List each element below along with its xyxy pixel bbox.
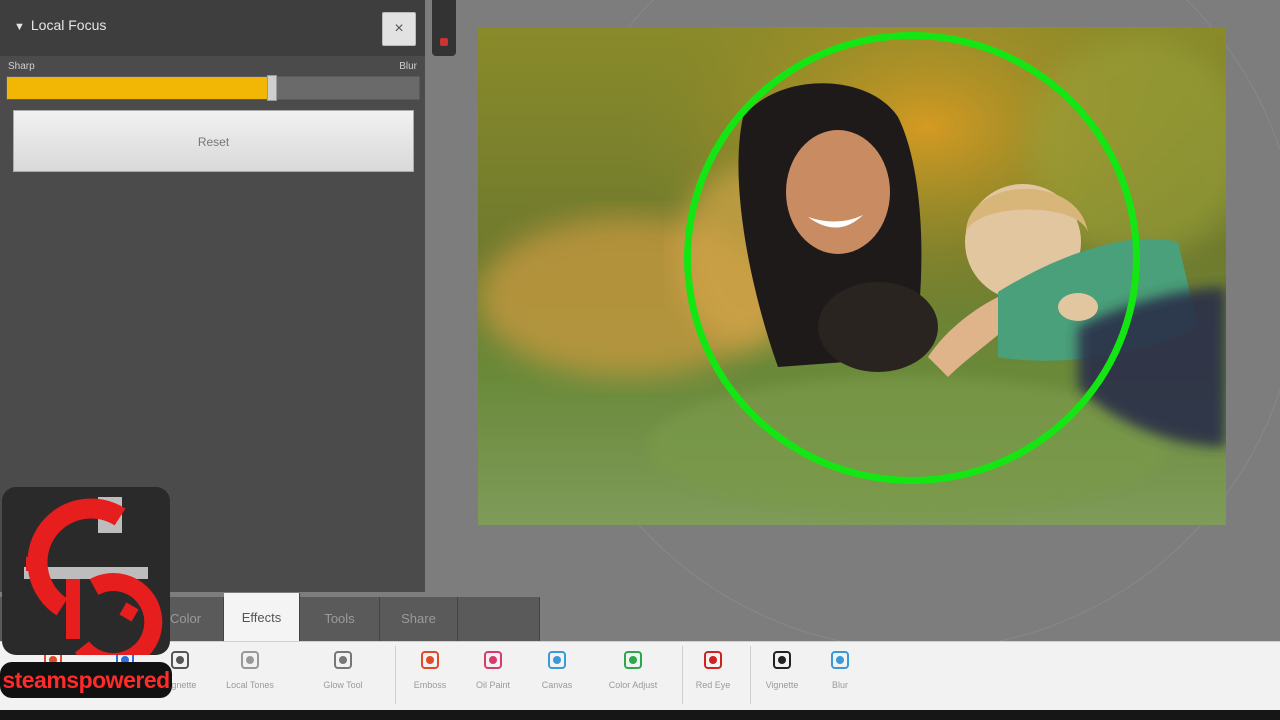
status-dot-icon: [440, 38, 448, 46]
toolbar-separator: [682, 646, 683, 704]
blur-icon: [831, 651, 849, 669]
side-vertical-tab[interactable]: [432, 0, 456, 56]
tool-blur[interactable]: Blur: [805, 648, 875, 690]
tool-label: Red Eye: [695, 680, 731, 690]
toolbar-separator: [395, 646, 396, 704]
tool-red-eye[interactable]: Red Eye: [678, 648, 748, 690]
tool-oil-paint[interactable]: Oil Paint: [458, 648, 528, 690]
blur-slider[interactable]: [6, 75, 420, 101]
oil-paint-icon: [484, 651, 502, 669]
tab-spacer: [458, 597, 540, 641]
vignette-icon: [171, 651, 189, 669]
glow-icon: [334, 651, 352, 669]
tool-label: Color Adjust: [608, 680, 658, 690]
collapse-arrow-icon[interactable]: ▼: [14, 21, 25, 33]
toolbar-separator: [750, 646, 751, 704]
color-adjust-icon: [624, 651, 642, 669]
red-eye-icon: [704, 651, 722, 669]
canvas-icon: [548, 651, 566, 669]
tool-canvas[interactable]: Canvas: [522, 648, 592, 690]
watermark-text: steamspowered: [0, 662, 172, 698]
tool-label: Emboss: [413, 680, 447, 690]
panel-title-text: Local Focus: [30, 17, 107, 33]
tab-share[interactable]: Share: [380, 597, 458, 641]
close-panel-button[interactable]: ×: [382, 12, 416, 46]
tool-tones[interactable]: Local Tones: [215, 648, 285, 690]
tool-label: Canvas: [541, 680, 573, 690]
tab-effects[interactable]: Effects: [224, 593, 300, 641]
tool-color-adjust[interactable]: Color Adjust: [598, 648, 668, 690]
tool-label: Oil Paint: [475, 680, 510, 690]
emboss-icon: [421, 651, 439, 669]
slider-min-label: Sharp: [8, 61, 35, 72]
window-bottom-bar: [0, 710, 1280, 720]
tool-glow[interactable]: Glow Tool: [308, 648, 378, 690]
tool-label: Local Tones: [226, 680, 274, 690]
focus-area-ring[interactable]: [684, 32, 1140, 484]
slider-max-label: Blur: [399, 61, 417, 72]
panel-title[interactable]: ▼ Local Focus: [14, 17, 106, 33]
effects-toolbar: Local FocusLocal TintVignetteLocal Tones…: [0, 641, 1280, 711]
tool-label: Blur: [831, 680, 848, 690]
tool-emboss[interactable]: Emboss: [395, 648, 465, 690]
frame-icon: [773, 651, 791, 669]
slider-fill: [7, 77, 272, 99]
tones-icon: [241, 651, 259, 669]
reset-button[interactable]: Reset: [13, 110, 414, 172]
panel-header: ▼ Local Focus ×: [0, 0, 425, 56]
tab-tools[interactable]: Tools: [300, 597, 380, 641]
tool-label: Glow Tool: [323, 680, 363, 690]
watermark-logo: [2, 487, 170, 672]
slider-handle[interactable]: [267, 75, 277, 101]
gear-logo-icon: [24, 497, 163, 672]
